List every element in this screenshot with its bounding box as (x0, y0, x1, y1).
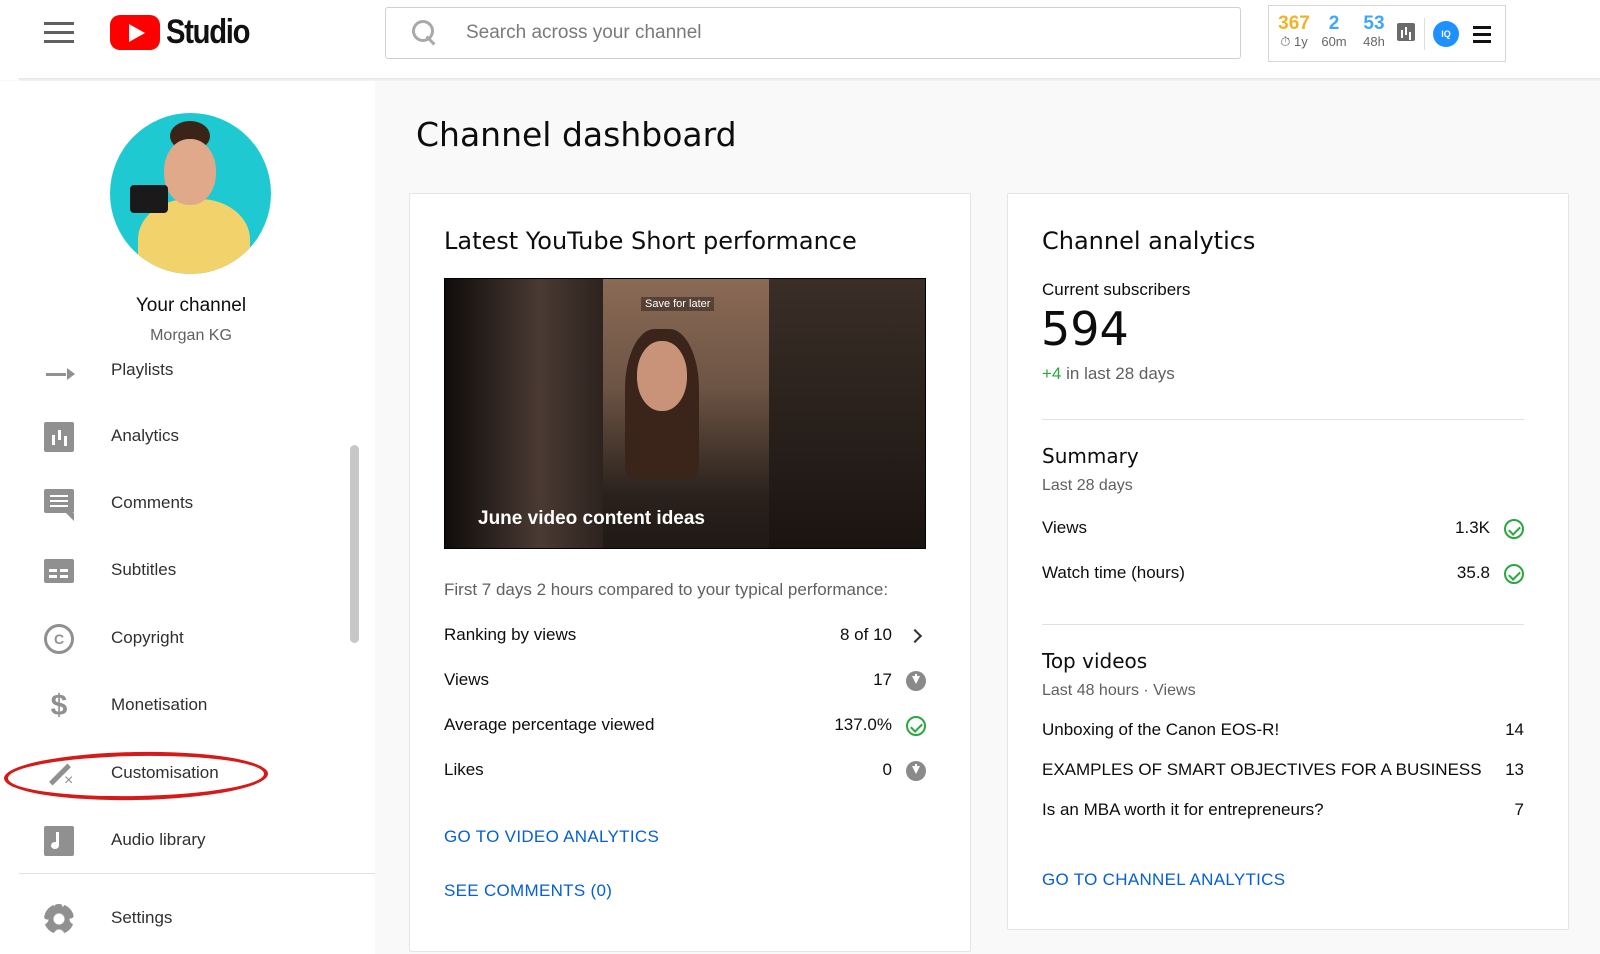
card-title: Channel analytics (1042, 227, 1256, 255)
extension-toolbar: 367 ⏱ 1y 2 60m 53 48h IQ (1268, 5, 1506, 62)
divider (1424, 18, 1425, 50)
comparison-text: First 7 days 2 hours compared to your ty… (444, 580, 889, 599)
channel-avatar[interactable] (110, 113, 271, 274)
search-icon[interactable] (412, 20, 438, 46)
analytics-icon (44, 422, 74, 452)
subtitles-icon (44, 559, 74, 583)
youtube-play-icon (110, 14, 160, 50)
sidebar-divider (19, 873, 375, 874)
studio-logo[interactable]: Studio (110, 12, 263, 52)
camera-icon (130, 185, 168, 213)
arrow-down-icon (906, 761, 926, 781)
comments-icon (44, 489, 74, 521)
chevron-right-icon[interactable] (906, 626, 926, 646)
check-circle-icon (906, 716, 926, 736)
sidebar-item-monetisation[interactable]: $ Monetisation (0, 676, 360, 736)
search-bar[interactable] (385, 7, 1241, 59)
check-circle-icon (1504, 564, 1524, 584)
metric-row-likes: Likes 0 (444, 760, 926, 788)
see-comments-link[interactable]: SEE COMMENTS (0) (444, 881, 612, 901)
go-to-video-analytics-link[interactable]: GO TO VIDEO ANALYTICS (444, 827, 659, 847)
extension-badge-icon[interactable]: IQ (1433, 21, 1459, 47)
page-title: Channel dashboard (416, 115, 737, 154)
hamburger-menu-icon[interactable] (44, 22, 74, 44)
metric-row-ranking[interactable]: Ranking by views 8 of 10 (444, 625, 926, 653)
card-title: Latest YouTube Short performance (444, 227, 857, 255)
stat-realtime-48h[interactable]: 53 48h (1357, 14, 1391, 50)
summary-row-views: Views 1.3K (1042, 518, 1524, 546)
copyright-icon: C (44, 624, 74, 654)
sidebar: Your channel Morgan KG Playlists Analyti… (0, 81, 375, 954)
thumbnail-overlay-text: Save for later (641, 297, 715, 311)
stat-realtime-60m[interactable]: 2 60m (1317, 14, 1351, 50)
top-video-row[interactable]: Unboxing of the Canon EOS-R! 14 (1042, 720, 1524, 746)
sidebar-item-analytics[interactable]: Analytics (0, 407, 360, 467)
extension-menu-icon[interactable] (1473, 26, 1491, 47)
sidebar-item-customisation[interactable]: Customisation (0, 744, 360, 804)
sidebar-item-playlists[interactable]: Playlists (0, 344, 360, 380)
short-thumbnail[interactable]: Save for later June video content ideas (444, 278, 926, 549)
summary-title: Summary (1042, 444, 1139, 468)
thumbnail-caption: June video content ideas (478, 508, 705, 529)
settings-gear-icon (44, 904, 74, 934)
channel-name: Morgan KG (150, 327, 232, 344)
divider (1042, 419, 1524, 420)
summary-row-watch-time: Watch time (hours) 35.8 (1042, 563, 1524, 591)
arrow-down-icon (906, 671, 926, 691)
sidebar-item-subtitles[interactable]: Subtitles (0, 541, 360, 601)
monetisation-icon: $ (50, 689, 68, 722)
logo-text: Studio (166, 12, 251, 51)
audio-library-icon (44, 826, 74, 856)
top-videos-period: Last 48 hours · Views (1042, 682, 1196, 699)
search-input[interactable] (466, 22, 1226, 44)
top-videos-title: Top videos (1042, 649, 1148, 673)
sidebar-scrollbar[interactable] (350, 445, 359, 643)
metric-row-avg-percentage: Average percentage viewed 137.0% (444, 715, 926, 743)
latest-short-card: Latest YouTube Short performance Save fo… (409, 193, 971, 952)
channel-analytics-card: Channel analytics Current subscribers 59… (1007, 193, 1569, 930)
metric-row-views: Views 17 (444, 670, 926, 698)
go-to-channel-analytics-link[interactable]: GO TO CHANNEL ANALYTICS (1042, 870, 1285, 890)
sidebar-item-audio-library[interactable]: Audio library (0, 811, 360, 871)
top-video-row[interactable]: EXAMPLES OF SMART OBJECTIVES FOR A BUSIN… (1042, 760, 1524, 786)
check-circle-icon (1504, 519, 1524, 539)
stat-subscribers[interactable]: 367 ⏱ 1y (1277, 14, 1311, 50)
playlists-icon (44, 368, 75, 380)
customisation-wand-icon (44, 759, 74, 790)
divider (1042, 624, 1524, 625)
subscribers-label: Current subscribers (1042, 280, 1191, 299)
subscribers-delta: +4 in last 28 days (1042, 364, 1175, 383)
subscribers-count: 594 (1041, 302, 1129, 356)
bar-chart-icon[interactable] (1397, 23, 1415, 41)
channel-title[interactable]: Your channel (0, 295, 375, 317)
sidebar-item-copyright[interactable]: C Copyright (0, 609, 360, 669)
top-bar: Studio 367 ⏱ 1y 2 60m 53 48h IQ (0, 0, 1600, 80)
sidebar-item-comments[interactable]: Comments (0, 474, 360, 534)
sidebar-item-settings[interactable]: Settings (0, 889, 360, 949)
top-video-row[interactable]: Is an MBA worth it for entrepreneurs? 7 (1042, 800, 1524, 826)
summary-period: Last 28 days (1042, 477, 1133, 494)
